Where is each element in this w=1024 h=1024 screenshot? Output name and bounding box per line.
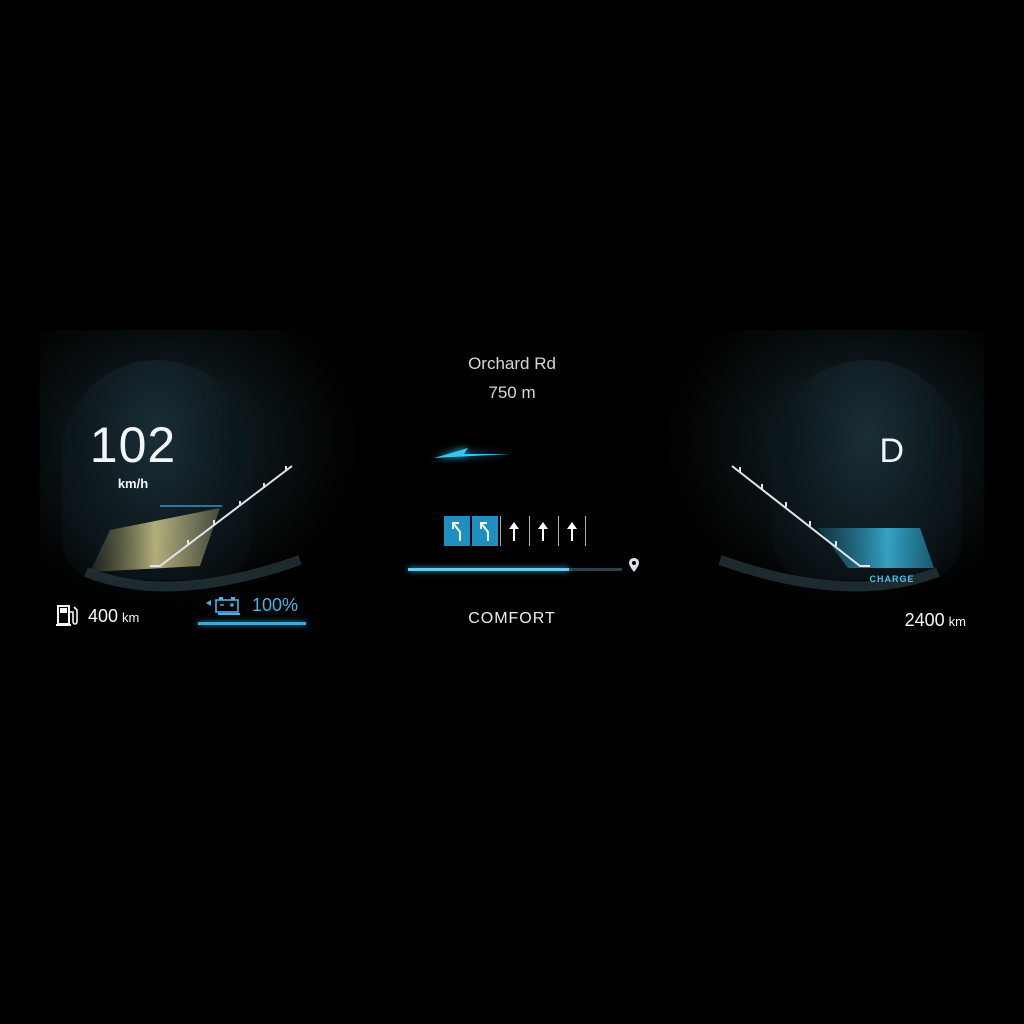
charge-gauge [718,465,940,592]
route-progress-fill [408,568,569,571]
lane-guidance [444,516,586,546]
arrow-up-left-icon [452,522,461,541]
charge-label: CHARGE [869,574,915,584]
battery-percent: 100% [252,594,299,615]
speed-value: 102 [89,417,177,473]
turn-distance: 750 m [488,383,536,402]
drive-mode: COMFORT [468,610,556,627]
battery-status: 100% [204,594,298,616]
gear-indicator: D [879,432,904,470]
gauge-graphics [84,465,940,592]
lane-straight [500,516,527,546]
speed-unit: km/h [117,476,149,491]
arrow-up-icon [538,522,548,541]
fuel-range-unit: km [122,609,140,625]
route-progress-bar [408,568,622,571]
arrow-up-icon [567,522,577,541]
total-range-unit: km [948,614,966,629]
battery-icon [206,597,240,615]
lane-left-active [472,516,498,546]
fuel-pump-icon [56,605,78,626]
fuel-range: 400 km [56,604,139,628]
arrow-up-icon [509,522,519,541]
turn-left-arrow-icon [434,448,510,458]
instrument-cluster: 102 km/h D Orchard Rd 750 m COMFORT 400 … [0,0,1024,1024]
lane-straight [529,516,556,546]
arrow-up-left-icon [480,522,489,541]
fuel-range-value: 400 [88,605,119,626]
battery-level-bar [198,622,306,625]
street-name: Orchard Rd [468,354,556,373]
total-range: 2400 km [905,610,966,631]
lane-straight [558,516,586,546]
destination-pin-icon [629,558,639,572]
total-range-value: 2400 [904,610,945,630]
lane-left-active [444,516,470,546]
